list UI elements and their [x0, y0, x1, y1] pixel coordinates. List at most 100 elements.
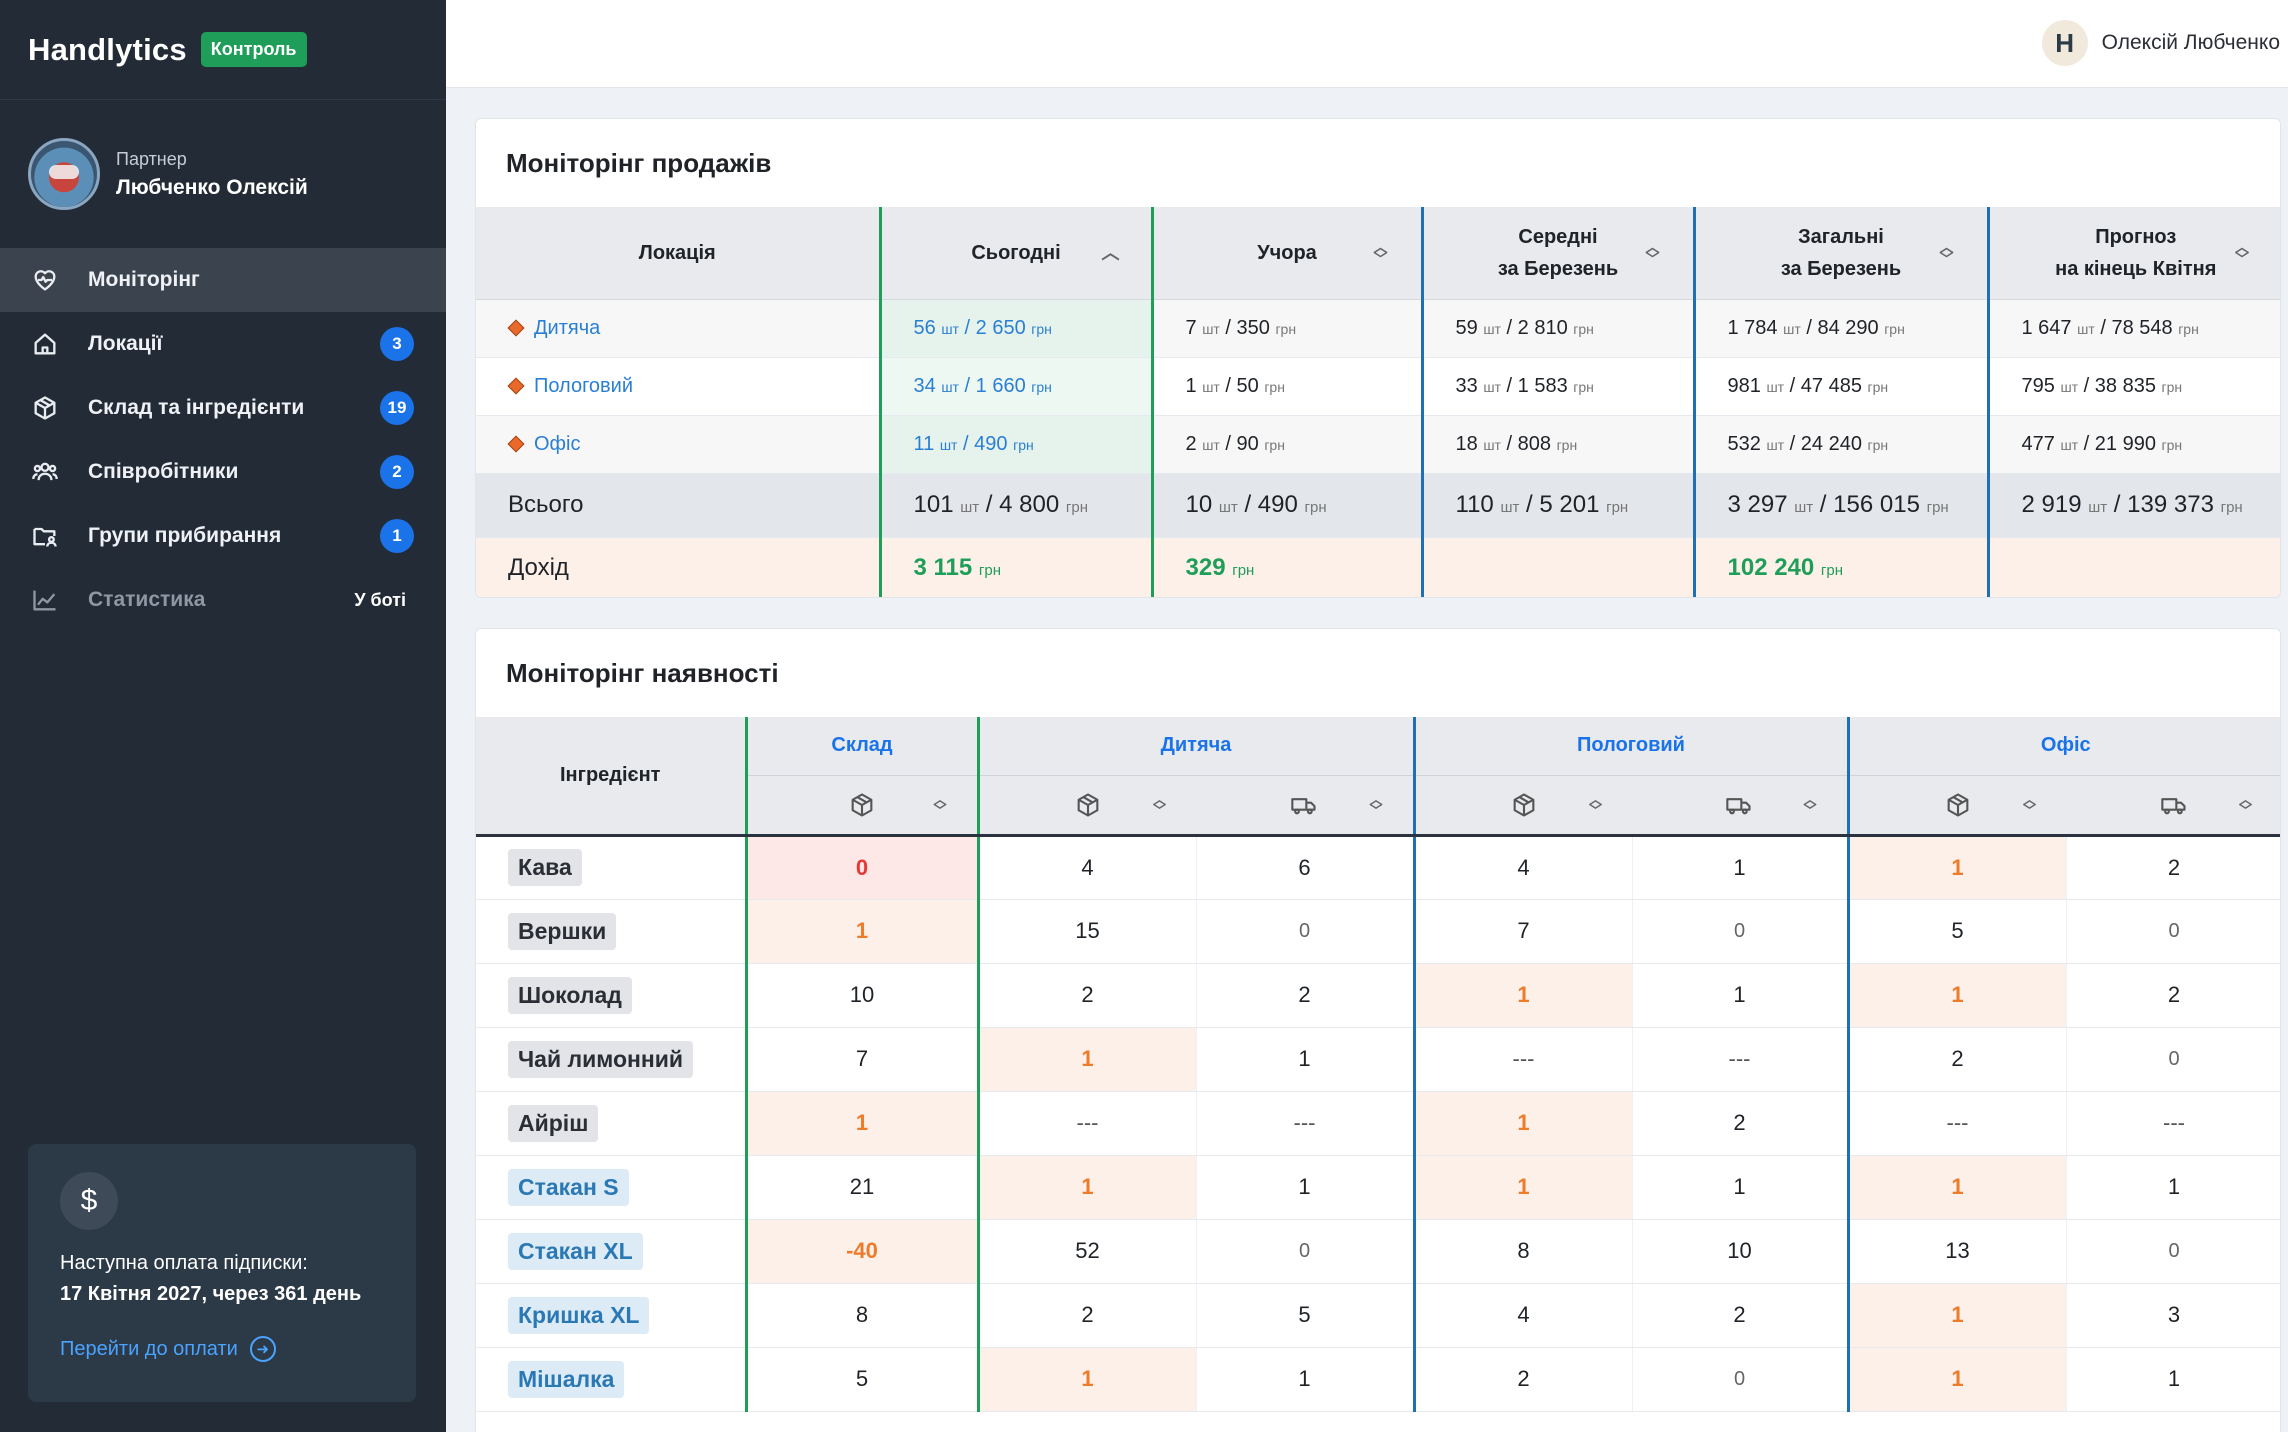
quantity-value: 1 784 — [1727, 316, 1778, 339]
stock-cell: 2 — [1632, 1091, 1849, 1156]
location-cell[interactable]: Пологовий — [476, 357, 880, 416]
sort-icon[interactable]: ︿ ﹀ — [1371, 240, 1391, 266]
sidebar-item-cleaning-groups[interactable]: Групи прибирання 1 — [0, 504, 446, 568]
truck-icon — [1725, 793, 1753, 815]
forecast-cell: 2 919 шт / 139 373 грн — [1986, 473, 2280, 538]
home-icon — [30, 329, 60, 359]
sidebar-item-label: Локації — [88, 332, 163, 355]
table-row: Офіс 11 шт / 490 грн 2 шт / 90 грн 18 шт / … — [476, 415, 2280, 474]
sidebar-item-locations[interactable]: Локації 3 — [0, 312, 446, 376]
sort-icon[interactable]: ︿ ﹀ — [2023, 793, 2036, 817]
user-logo-icon: H — [2041, 20, 2088, 66]
ingredient-chip[interactable]: Вершки — [508, 912, 617, 950]
unit-label: шт — [2077, 320, 2095, 337]
stock-cell: 2 — [1632, 1283, 1849, 1348]
average-cell: 110 шт / 5 201 грн — [1420, 473, 1694, 538]
ingredient-chip[interactable]: Кава — [508, 849, 582, 886]
sort-icon[interactable]: ︿ ﹀ — [1643, 240, 1663, 266]
unit-label: шт — [1218, 499, 1238, 516]
stock-column-header[interactable]: ︿ ﹀ — [976, 775, 1196, 837]
delivery-column-header[interactable]: ︿ ﹀ — [1632, 775, 1849, 837]
box-icon — [1074, 792, 1102, 817]
average-cell: 18 шт / 808 грн — [1420, 415, 1694, 474]
sidebar-item-stock[interactable]: Склад та інгредієнти 19 — [0, 376, 446, 440]
unit-label: грн — [2178, 320, 2199, 337]
quantity-value: 2 919 — [2021, 491, 2082, 518]
stock-title: Моніторінг наявності — [506, 657, 779, 688]
sidebar: Handlytics Контроль Партнер Любченко Оле… — [0, 0, 446, 1432]
ingredient-chip[interactable]: Кришка XL — [508, 1296, 650, 1334]
sort-icon[interactable]: ︿ ﹀ — [1937, 240, 1957, 266]
avatar[interactable] — [28, 138, 100, 210]
sort-icon[interactable]: ︿ ﹀ — [1589, 793, 1602, 817]
brand-name[interactable]: Handlytics — [28, 32, 187, 68]
group-header-polohovyi[interactable]: Пологовий — [1412, 717, 1849, 776]
sort-icon[interactable]: ︿ ﹀ — [1804, 793, 1817, 817]
column-header-average[interactable]: Середні за Березень ︿ ﹀ — [1420, 207, 1694, 300]
location-link[interactable]: Пологовий — [534, 375, 633, 397]
ingredient-chip[interactable]: Мішалка — [508, 1360, 625, 1398]
amount-value: 78 548 — [2111, 316, 2173, 339]
column-header-yesterday[interactable]: Учора ︿ ﹀ — [1150, 207, 1422, 300]
ingredient-chip[interactable]: Шоколад — [508, 976, 632, 1014]
stock-cell: 0 — [1632, 899, 1849, 964]
location-cell[interactable]: Дитяча — [476, 299, 880, 358]
quantity-value: 101 — [913, 491, 954, 518]
stock-column-header[interactable]: ︿ ﹀ — [1846, 775, 2067, 837]
ingredient-cell: Айріш — [476, 1091, 747, 1156]
sidebar-item-statistics[interactable]: Статистика У боті — [0, 568, 446, 632]
unit-label: шт — [1202, 320, 1220, 337]
location-cell[interactable]: Офіс — [476, 415, 880, 474]
user-menu[interactable]: H Олексій Любченко — [2041, 20, 2280, 66]
today-cell: 101 шт / 4 800 грн — [878, 473, 1152, 538]
sort-asc-icon[interactable]: ︿ — [1101, 244, 1121, 262]
group-header-warehouse[interactable]: Склад — [744, 717, 978, 776]
stock-column-header[interactable]: ︿ ﹀ — [1412, 775, 1632, 837]
profile[interactable]: Партнер Любченко Олексій — [0, 100, 446, 248]
location-link[interactable]: Дитяча — [534, 317, 600, 339]
stock-cell: --- — [1196, 1091, 1415, 1156]
delivery-column-header[interactable]: ︿ ﹀ — [1196, 775, 1414, 837]
stock-cell: 1 — [976, 1027, 1197, 1092]
stock-cell: 52 — [976, 1219, 1197, 1284]
delivery-column-header[interactable]: ︿ ﹀ — [2066, 775, 2280, 837]
stock-cell: 1 — [2066, 1155, 2280, 1220]
average-cell — [1420, 537, 1694, 597]
stock-cell: 1 — [1846, 1347, 2067, 1412]
unit-label: грн — [2161, 378, 2183, 395]
unit-label: шт — [1483, 320, 1501, 337]
amount-value: 490 — [974, 432, 1008, 455]
ingredient-chip[interactable]: Айріш — [508, 1104, 599, 1142]
sort-icon[interactable]: ︿ ﹀ — [933, 793, 946, 817]
sidebar-item-employees[interactable]: Співробітники 2 — [0, 440, 446, 504]
truck-icon — [2160, 793, 2188, 815]
ingredient-chip[interactable]: Стакан XL — [508, 1232, 643, 1270]
stock-cell: 7 — [1412, 899, 1633, 964]
sort-icon[interactable]: ︿ ﹀ — [2239, 793, 2252, 817]
sidebar-item-monitoring[interactable]: Моніторінг — [0, 248, 446, 312]
sort-icon[interactable]: ︿ ﹀ — [1153, 793, 1166, 817]
go-to-payment-link[interactable]: Перейти до оплати ➜ — [60, 1336, 384, 1362]
sort-icon[interactable]: ︿ ﹀ — [1369, 793, 1382, 817]
stock-cell: 1 — [1412, 1091, 1633, 1156]
amount-value: 2 650 — [975, 316, 1026, 339]
location-link[interactable]: Офіс — [534, 433, 580, 455]
group-header-ofis[interactable]: Офіс — [1846, 717, 2280, 776]
table-row: Кришка XL 8 2 5 4 2 1 3 — [476, 1283, 2280, 1348]
amount-value: 4 800 — [999, 491, 1060, 518]
group-header-dytiacha[interactable]: Дитяча — [976, 717, 1414, 776]
column-header-total[interactable]: Загальні за Березень ︿ ﹀ — [1692, 207, 1988, 300]
sort-icon[interactable]: ︿ ﹀ — [2232, 240, 2252, 266]
ingredient-chip[interactable]: Стакан S — [508, 1168, 629, 1206]
column-header-forecast[interactable]: Прогноз на кінець Квітня ︿ ﹀ — [1986, 207, 2280, 300]
stock-cell: 1 — [1632, 835, 1849, 900]
ingredient-chip[interactable]: Чай лимонний — [508, 1040, 694, 1078]
heart-pulse-icon — [30, 265, 60, 295]
table-row: Стакан XL -40 52 0 8 10 13 0 — [476, 1219, 2280, 1284]
stock-cell: 1 — [1412, 963, 1633, 1028]
unit-label: грн — [2220, 499, 2243, 516]
column-header-today[interactable]: Сьогодні ︿ — [878, 207, 1152, 300]
unit-label: грн — [1275, 320, 1297, 337]
go-to-payment-label: Перейти до оплати — [60, 1337, 238, 1360]
stock-column-header[interactable]: ︿ ﹀ — [744, 775, 978, 837]
